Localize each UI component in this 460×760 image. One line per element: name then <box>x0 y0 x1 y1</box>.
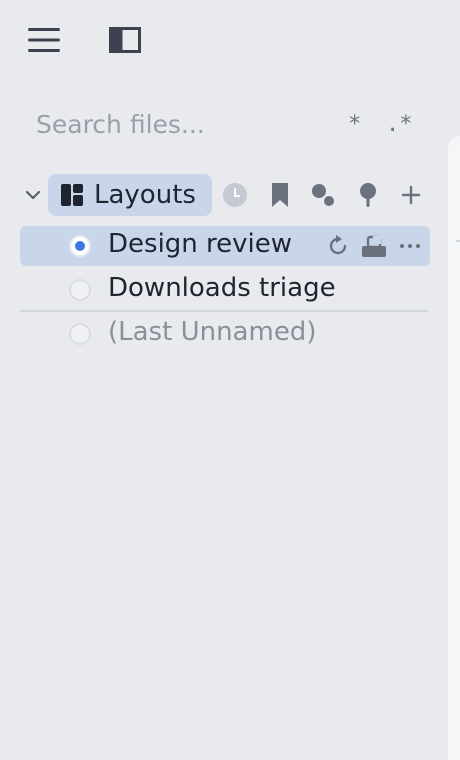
layout-grid-icon <box>60 183 84 207</box>
radio-selected[interactable] <box>69 235 91 257</box>
radio-unselected[interactable] <box>69 323 91 345</box>
search-input[interactable] <box>20 109 320 139</box>
refresh-icon[interactable] <box>324 232 352 260</box>
search-bar: * .* <box>20 100 430 148</box>
layouts-list: Design review Downloads triage (Last Unn… <box>20 226 430 358</box>
panel-edge-mark <box>456 240 460 242</box>
save-layout-icon[interactable] <box>360 232 388 260</box>
section-title: Layouts <box>94 180 196 210</box>
layouts-section-header: Layouts <box>20 172 430 218</box>
row-actions <box>324 232 424 260</box>
glob-toggle[interactable]: * <box>348 112 361 137</box>
list-item-last-unnamed[interactable]: (Last Unnamed) <box>20 314 430 354</box>
list-divider <box>20 310 428 312</box>
layout-label: (Last Unnamed) <box>108 317 317 347</box>
regex-toggle[interactable]: .* <box>386 112 413 137</box>
bookmark-icon[interactable] <box>267 182 293 208</box>
layouts-section-toggle[interactable]: Layouts <box>48 174 212 216</box>
list-item-design-review[interactable]: Design review <box>20 226 430 266</box>
pin-icon[interactable] <box>355 182 381 208</box>
hamburger-menu-icon[interactable] <box>26 24 62 56</box>
topbar <box>0 0 460 80</box>
adjacent-panel-edge <box>448 136 460 760</box>
list-item-downloads-triage[interactable]: Downloads triage <box>20 270 430 310</box>
tag-dots-icon[interactable] <box>310 182 336 208</box>
plus-icon[interactable] <box>398 182 424 208</box>
more-options-icon[interactable] <box>396 232 424 260</box>
layout-label: Design review <box>108 229 293 259</box>
sidebar-toggle-icon[interactable] <box>106 24 144 56</box>
chevron-down-icon[interactable] <box>22 184 44 206</box>
clock-icon[interactable] <box>222 182 248 208</box>
radio-unselected[interactable] <box>69 279 91 301</box>
layout-label: Downloads triage <box>108 273 336 303</box>
